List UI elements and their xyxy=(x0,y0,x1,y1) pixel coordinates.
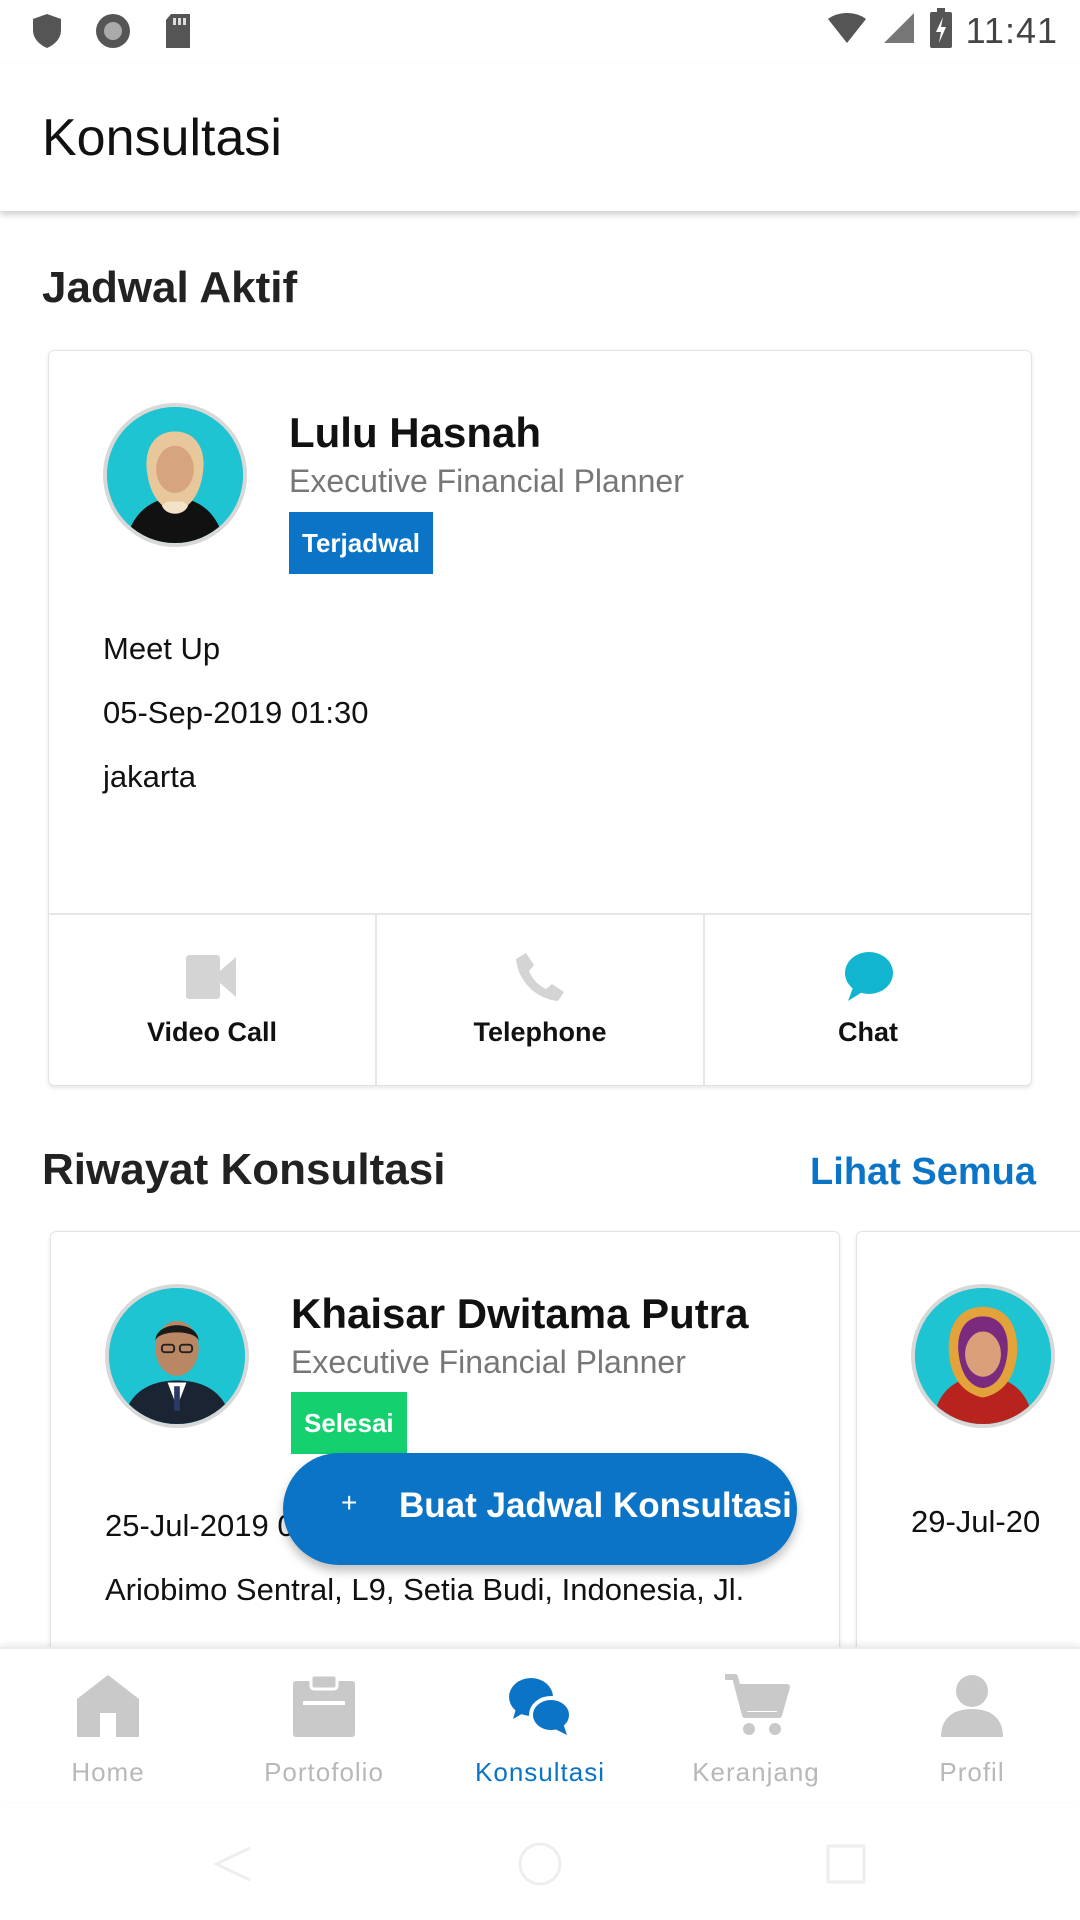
recents-icon[interactable] xyxy=(822,1840,870,1888)
nav-profil[interactable]: Profil xyxy=(864,1649,1080,1802)
chat-bubble-icon xyxy=(840,949,896,1005)
content-scroll[interactable]: Jadwal Aktif Lulu Hasnah Executive Finan… xyxy=(0,211,1080,1647)
back-icon[interactable] xyxy=(208,1840,256,1888)
home-button-icon[interactable] xyxy=(516,1840,564,1888)
avatar xyxy=(103,403,247,547)
consultation-location: Ariobimo Sentral, L9, Setia Budi, Indone… xyxy=(105,1572,745,1607)
status-badge: Terjadwal xyxy=(289,512,434,574)
battery-charging-icon xyxy=(929,8,952,53)
consultation-location: jakarta xyxy=(103,759,197,794)
consultation-datetime: 29-Jul-20 xyxy=(911,1504,1041,1539)
bottom-navigation: Home Portofolio Konsultasi Keranjang Pro… xyxy=(0,1647,1080,1802)
consultation-datetime: 25-Jul-2019 0 xyxy=(105,1508,295,1543)
contact-actions: Video Call Telephone Chat xyxy=(49,913,1031,1085)
clipboard-icon xyxy=(289,1671,359,1741)
plus-icon: + xyxy=(341,1487,358,1518)
planner-role: Executive Financial Planner xyxy=(291,1344,686,1380)
nav-portofolio[interactable]: Portofolio xyxy=(216,1649,432,1802)
avatar xyxy=(911,1284,1055,1428)
nav-home[interactable]: Home xyxy=(0,1649,216,1802)
video-call-button[interactable]: Video Call xyxy=(49,915,377,1085)
telephone-button[interactable]: Telephone xyxy=(377,915,705,1085)
app-bar: Konsultasi xyxy=(0,64,1080,211)
history-card[interactable]: 29-Jul-20 xyxy=(856,1231,1080,1647)
chat-button[interactable]: Chat xyxy=(705,915,1031,1085)
status-bar: 11:41 xyxy=(0,0,1080,64)
history-card[interactable]: Khaisar Dwitama Putra Executive Financia… xyxy=(50,1231,840,1647)
sd-card-icon xyxy=(162,12,194,55)
active-schedule-card[interactable]: Lulu Hasnah Executive Financial Planner … xyxy=(48,350,1032,1086)
cellular-signal-icon xyxy=(882,11,916,50)
home-icon xyxy=(73,1671,143,1741)
clock: 11:41 xyxy=(965,9,1058,51)
see-all-link[interactable]: Lihat Semua xyxy=(810,1151,1036,1194)
nav-keranjang[interactable]: Keranjang xyxy=(648,1649,864,1802)
consultation-datetime: 05-Sep-2019 01:30 xyxy=(103,695,369,730)
avatar xyxy=(105,1284,249,1428)
status-badge: Selesai xyxy=(291,1392,407,1454)
riwayat-title: Riwayat Konsultasi xyxy=(42,1145,446,1194)
chat-bubbles-icon xyxy=(505,1671,575,1741)
planner-name: Lulu Hasnah xyxy=(289,409,542,456)
record-icon xyxy=(94,12,132,55)
nav-konsultasi[interactable]: Konsultasi xyxy=(432,1649,648,1802)
planner-role: Executive Financial Planner xyxy=(289,463,684,499)
page-title: Konsultasi xyxy=(42,109,282,167)
create-schedule-button[interactable]: + Buat Jadwal Konsultasi xyxy=(283,1453,797,1565)
person-icon xyxy=(937,1671,1007,1741)
jadwal-aktif-title: Jadwal Aktif xyxy=(42,263,298,312)
planner-name: Khaisar Dwitama Putra xyxy=(291,1290,749,1337)
cart-icon xyxy=(721,1671,791,1741)
wifi-icon xyxy=(826,11,868,50)
system-navigation xyxy=(0,1802,1080,1920)
consultation-type: Meet Up xyxy=(103,631,221,666)
video-camera-icon xyxy=(184,949,240,1005)
shield-icon xyxy=(30,12,64,55)
phone-icon xyxy=(512,949,568,1005)
